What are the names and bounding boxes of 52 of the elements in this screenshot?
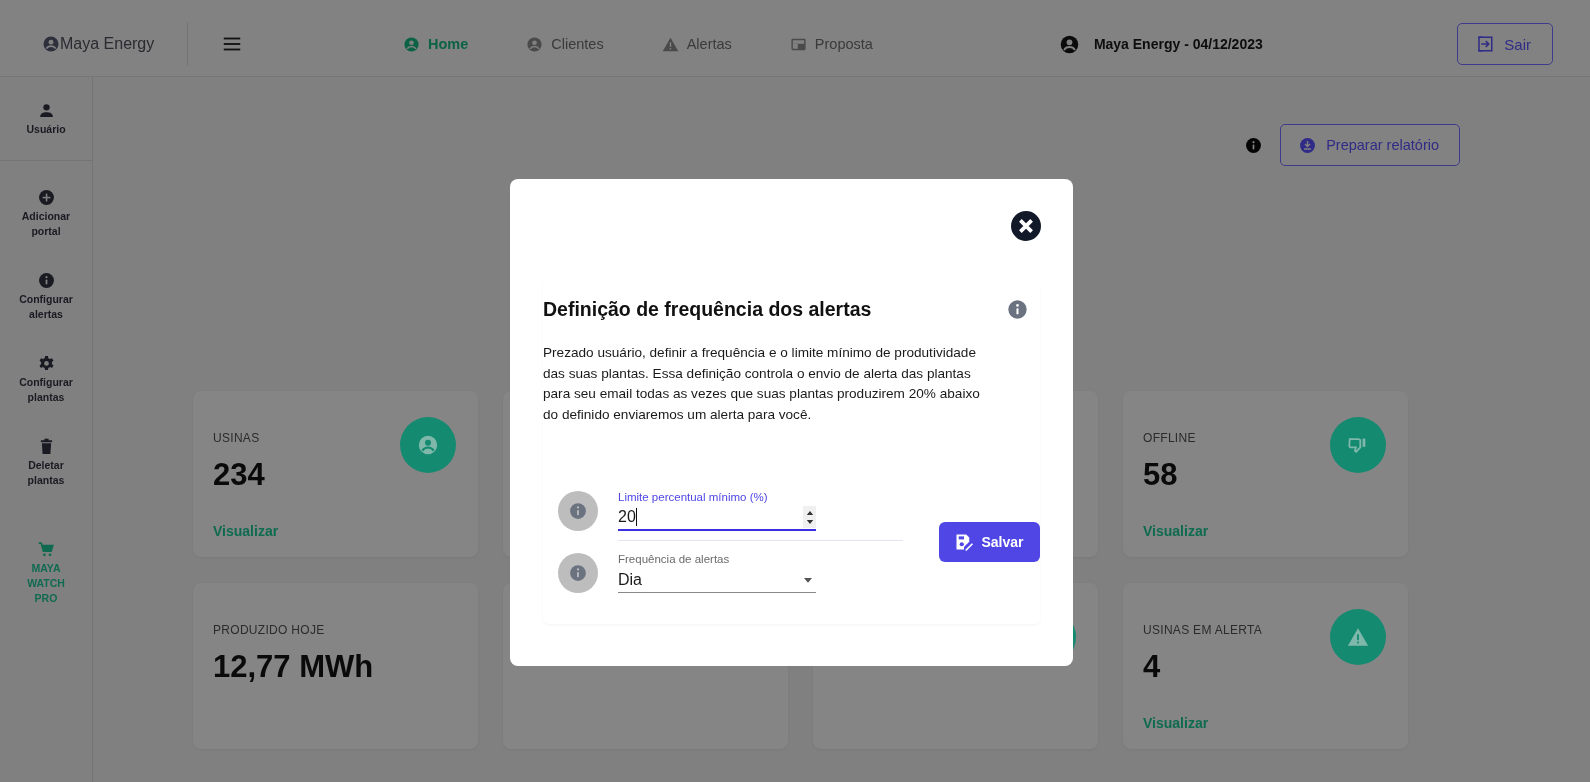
number-field[interactable]: Limite percentual mínimo (%) 20 <box>618 491 816 531</box>
view-link[interactable]: Visualizar <box>1143 523 1209 539</box>
user-circle-icon <box>1058 33 1080 55</box>
warning-icon <box>1347 626 1369 648</box>
brand-name: Maya Energy <box>60 35 155 53</box>
plus-icon <box>37 189 55 206</box>
sidebar-item[interactable]: Deletar plantas <box>17 438 75 488</box>
info-icon[interactable] <box>1007 299 1028 320</box>
card-label: PRODUZIDO HOJE <box>213 623 326 637</box>
sidebar-item[interactable]: MAYA WATCH PRO <box>17 541 75 606</box>
save-icon <box>955 533 974 551</box>
card-value: 234 <box>213 457 266 493</box>
dialog-description: Prezado usuário, definir a frequência e o limite mínimo de produtividade das suas plantas. Essa definição controla o envio de alerta das plantas para seu email todas as vezes que suas plantas produzirem 20% abaixo do definido enviaremos um alerta para você. <box>543 344 981 424</box>
card-label: USINAS EM ALERTA <box>1143 623 1263 637</box>
select-field[interactable]: Frequência de alertas Dia <box>618 553 816 593</box>
view-link[interactable]: Visualizar <box>1143 715 1263 731</box>
sidebar-item[interactable]: Configurar alertas <box>17 272 75 322</box>
card-value: 4 <box>1143 649 1162 685</box>
warning-icon <box>661 35 679 53</box>
user-circle-icon <box>417 434 439 456</box>
account-name: Maya Energy - 04/12/2023 <box>1093 36 1263 52</box>
info-icon[interactable] <box>1245 136 1263 154</box>
save-button[interactable]: Salvar <box>939 522 1040 562</box>
close-icon[interactable] <box>1011 211 1041 241</box>
info-icon <box>37 272 55 289</box>
info-button[interactable] <box>558 553 598 593</box>
sidebar-item[interactable]: Usuário <box>17 102 75 137</box>
download-icon <box>1299 136 1317 154</box>
logout-button[interactable]: Sair <box>1457 23 1553 65</box>
user-circle-icon <box>42 35 60 53</box>
nav-link[interactable]: Clientes <box>526 35 604 53</box>
nav-link[interactable]: Proposta <box>789 35 873 53</box>
nav-link[interactable]: Home <box>403 35 469 53</box>
user-circle-icon <box>526 35 544 53</box>
card-value: 12,77 MWh <box>213 649 374 685</box>
sidebar-item[interactable]: Adicionar portal <box>17 189 75 239</box>
card-value: 58 <box>1143 457 1179 493</box>
card-label: USINAS <box>213 431 261 445</box>
info-icon <box>569 564 587 582</box>
settings-icon <box>37 355 55 372</box>
person-icon <box>37 102 55 119</box>
info-icon <box>569 502 587 520</box>
user-circle-icon <box>403 35 420 53</box>
cart-icon <box>37 541 55 558</box>
nav-link[interactable]: Alertas <box>661 35 732 53</box>
sidebar-item[interactable]: Configurar plantas <box>17 355 75 405</box>
info-button[interactable] <box>558 491 598 531</box>
report-button[interactable]: Preparar relatório <box>1280 124 1460 166</box>
dialog-title: Definição de frequência dos alertas <box>543 298 872 321</box>
logout-icon <box>1476 35 1495 53</box>
view-link[interactable]: Visualizar <box>213 523 279 539</box>
card-label: OFFLINE <box>1143 431 1197 445</box>
